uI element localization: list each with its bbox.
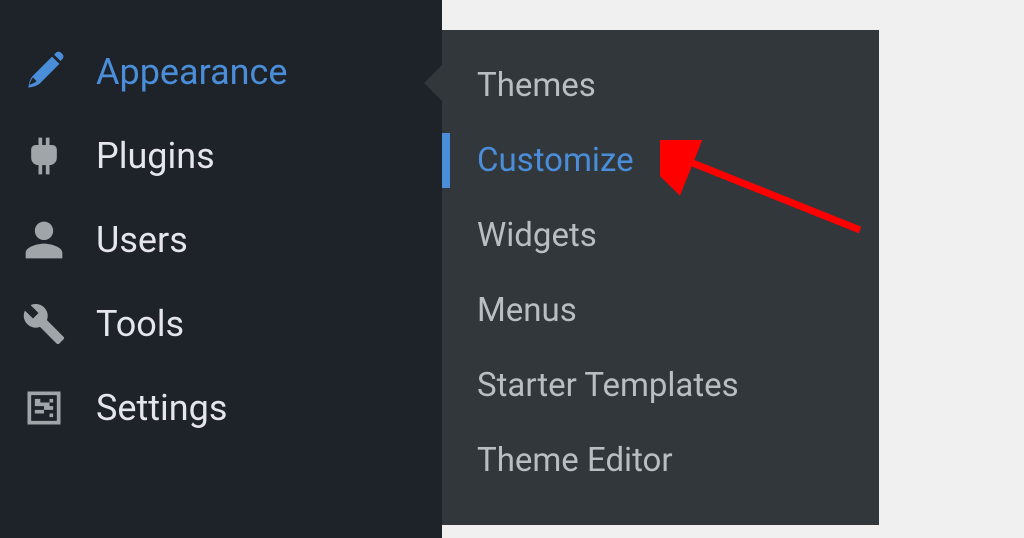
sidebar-item-label: Plugins: [96, 135, 215, 177]
paintbrush-icon: [20, 48, 68, 96]
sidebar-item-users[interactable]: Users: [0, 198, 442, 282]
submenu-item-customize[interactable]: Customize: [442, 123, 879, 198]
submenu-item-label: Menus: [477, 291, 577, 330]
sidebar-item-settings[interactable]: Settings: [0, 366, 442, 450]
plug-icon: [20, 132, 68, 180]
sidebar-item-label: Appearance: [96, 51, 287, 93]
submenu-item-themes[interactable]: Themes: [442, 48, 879, 123]
sidebar-item-plugins[interactable]: Plugins: [0, 114, 442, 198]
user-icon: [20, 216, 68, 264]
submenu-item-starter-templates[interactable]: Starter Templates: [442, 348, 879, 423]
sidebar-item-label: Users: [96, 219, 188, 261]
submenu-item-label: Widgets: [477, 216, 597, 255]
sidebar-item-label: Tools: [96, 303, 184, 345]
appearance-submenu: Themes Customize Widgets Menus Starter T…: [442, 30, 879, 525]
submenu-item-widgets[interactable]: Widgets: [442, 198, 879, 273]
submenu-item-label: Starter Templates: [477, 366, 739, 405]
submenu-item-theme-editor[interactable]: Theme Editor: [442, 423, 879, 498]
sidebar-item-appearance[interactable]: Appearance: [0, 30, 442, 114]
sidebar-item-label: Settings: [96, 387, 227, 429]
admin-sidebar: Appearance Plugins Users Tools Settings: [0, 0, 442, 538]
submenu-item-menus[interactable]: Menus: [442, 273, 879, 348]
submenu-item-label: Customize: [477, 141, 634, 180]
sliders-icon: [20, 384, 68, 432]
submenu-item-label: Themes: [477, 66, 596, 105]
submenu-item-label: Theme Editor: [477, 441, 673, 480]
sidebar-item-tools[interactable]: Tools: [0, 282, 442, 366]
wrench-icon: [20, 300, 68, 348]
